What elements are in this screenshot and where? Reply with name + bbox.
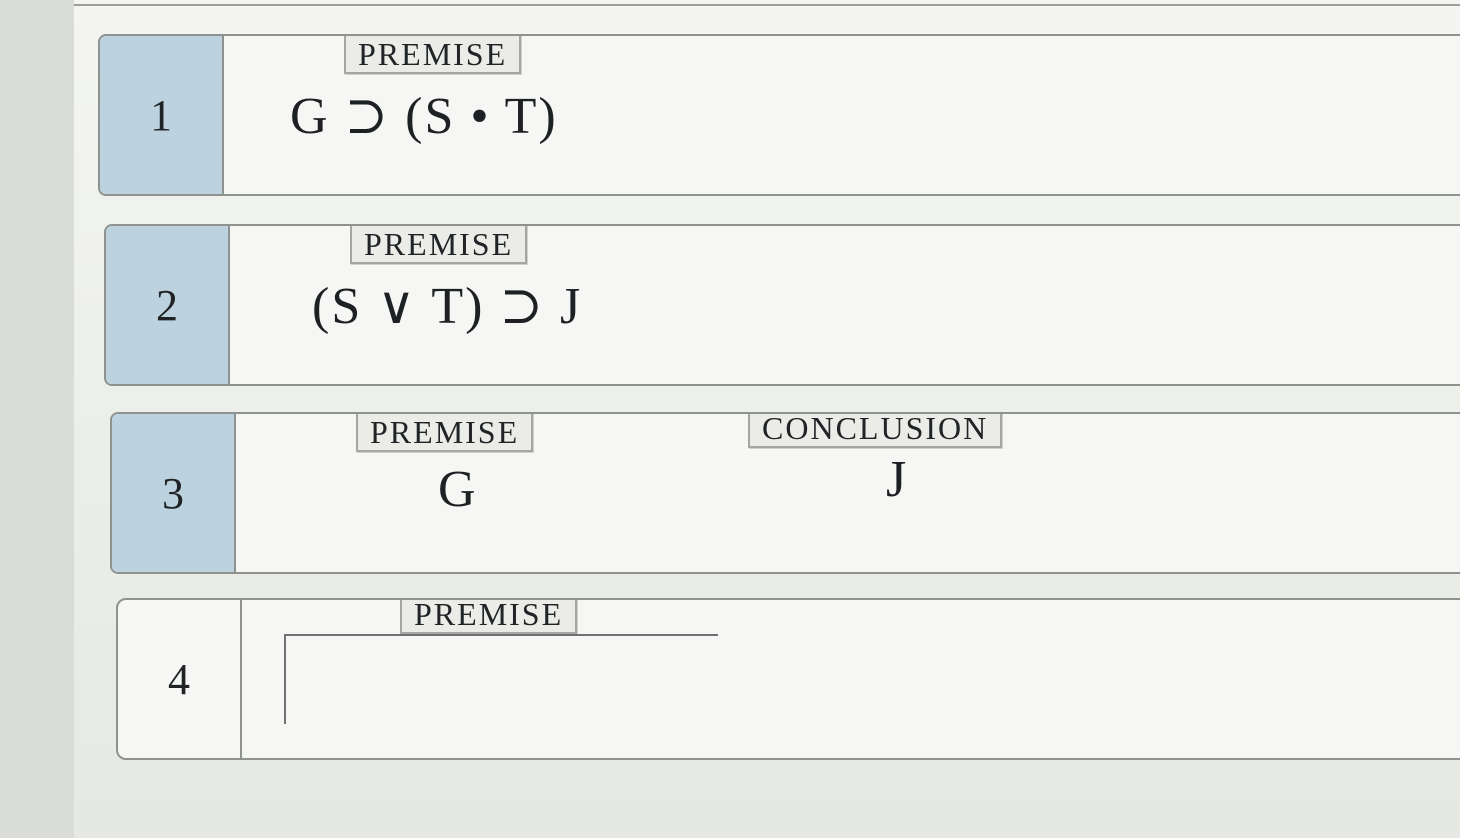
conclusion-formula: J — [886, 451, 909, 508]
proof-row-3: 3 PREMISE G CONCLUSION J — [110, 412, 1460, 574]
premise-formula: G ⊃ (S • T) — [290, 88, 558, 145]
line-content: PREMISE G ⊃ (S • T) — [224, 36, 1460, 194]
proof-row-1: 1 PREMISE G ⊃ (S • T) — [98, 34, 1460, 196]
line-content: PREMISE (S ∨ T) ⊃ J — [230, 226, 1460, 384]
premise-tag: PREMISE — [400, 600, 578, 634]
conclusion-tag: CONCLUSION — [748, 414, 1003, 448]
premise-formula: (S ∨ T) ⊃ J — [312, 278, 583, 335]
line-content: PREMISE G CONCLUSION J — [236, 414, 1460, 572]
line-content: PREMISE — [242, 600, 1460, 758]
premise-input[interactable] — [284, 634, 718, 724]
line-number: 1 — [100, 36, 224, 194]
top-divider — [74, 4, 1460, 6]
proof-row-2: 2 PREMISE (S ∨ T) ⊃ J — [104, 224, 1460, 386]
line-number: 4 — [118, 600, 242, 758]
premise-formula: G — [438, 461, 478, 518]
line-number: 2 — [106, 226, 230, 384]
premise-tag: PREMISE — [356, 414, 534, 452]
proof-row-4: 4 PREMISE — [116, 598, 1460, 760]
premise-tag: PREMISE — [344, 36, 522, 74]
premise-tag: PREMISE — [350, 226, 528, 264]
line-number: 3 — [112, 414, 236, 572]
